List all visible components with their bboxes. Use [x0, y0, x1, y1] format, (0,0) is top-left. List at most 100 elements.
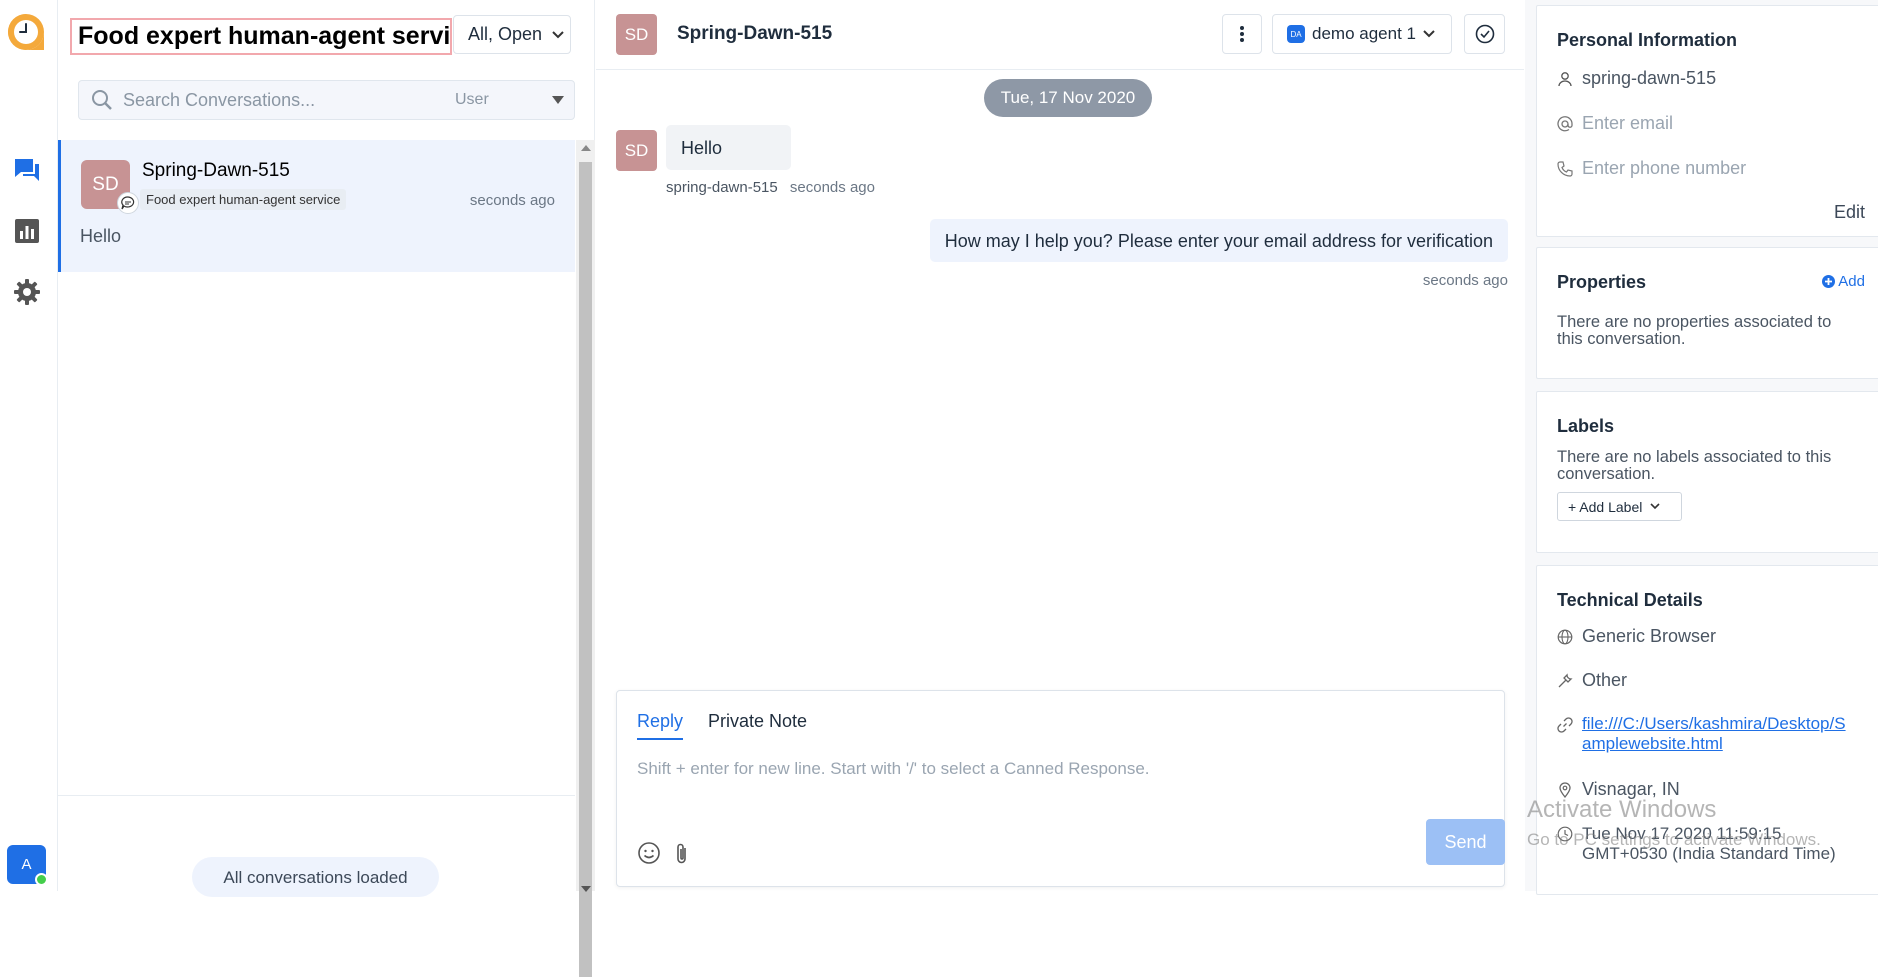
header-contact-avatar: SD [616, 14, 657, 55]
paperclip-icon[interactable] [672, 842, 692, 866]
conversation-contact-name: Spring-Dawn-515 [142, 160, 290, 181]
resolve-button[interactable] [1464, 14, 1505, 54]
add-property-button[interactable]: Add [1822, 273, 1865, 290]
tab-reply[interactable]: Reply [637, 711, 684, 740]
technical-details-title: Technical Details [1557, 590, 1703, 610]
conversation-list-item[interactable]: SD Spring-Dawn-515 Food expert human-age… [58, 140, 575, 272]
edit-contact-button[interactable]: Edit [1834, 202, 1865, 223]
at-sign-icon [1557, 115, 1573, 131]
user-initial: A [21, 856, 32, 873]
all-loaded-notice: All conversations loaded [192, 857, 439, 897]
message-sender-initials: SD [624, 140, 649, 160]
labels-title: Labels [1557, 416, 1615, 436]
add-property-label: Add [1838, 273, 1865, 290]
inbox-name-chip: Food expert human-agent service [140, 189, 347, 210]
contact-sidebar: Personal Information spring-dawn-515 Ent… [1525, 0, 1878, 895]
send-button[interactable]: Send [1426, 819, 1505, 865]
local-time-row: Tue Nov 17 2020 11:59:15 GMT+0530 (India… [1557, 824, 1836, 864]
phone-icon [1557, 160, 1573, 177]
divider [58, 795, 575, 796]
emoji-icon[interactable] [637, 841, 661, 865]
tab-private-note[interactable]: Private Note [708, 711, 807, 738]
location-text: Visnagar, IN [1582, 779, 1680, 799]
email-placeholder: Enter email [1582, 113, 1674, 133]
incoming-message-meta: spring-dawn-515 seconds ago [666, 179, 875, 196]
reports-icon[interactable] [12, 216, 42, 246]
location-row: Visnagar, IN [1557, 779, 1680, 800]
settings-icon[interactable] [12, 277, 42, 307]
technical-details-card: Technical Details Generic Browser Other … [1536, 565, 1878, 895]
referer-url-line1[interactable]: file:///C:/Users/kashmira/Desktop/S [1582, 714, 1846, 734]
online-status-dot [35, 873, 48, 886]
incoming-message-bubble: Hello [666, 125, 791, 170]
person-icon [1558, 71, 1572, 86]
assignee-dropdown[interactable]: DA demo agent 1 [1272, 14, 1452, 54]
conversations-icon[interactable] [12, 155, 42, 185]
message-sender-name: spring-dawn-515 [666, 179, 778, 196]
message-timestamp: seconds ago [1422, 272, 1508, 289]
search-bar: User [78, 80, 575, 120]
conversation-list-scrollbar[interactable] [576, 140, 595, 977]
email-row[interactable]: Enter email [1557, 113, 1673, 134]
agent-avatar: DA [1287, 25, 1305, 43]
add-label-button[interactable]: + Add Label [1557, 492, 1682, 521]
reply-composer: Reply Private Note Send [616, 690, 1505, 887]
personal-information-title: Personal Information [1557, 30, 1738, 50]
message-sender-avatar: SD [616, 130, 657, 171]
date-divider: Tue, 17 Nov 2020 [984, 79, 1152, 117]
inbox-title: Food expert human-agent service [70, 18, 452, 55]
outgoing-message-bubble: How may I help you? Please enter your em… [929, 219, 1508, 262]
scroll-down-arrow-icon[interactable] [581, 886, 591, 892]
chevron-down-icon [1650, 503, 1660, 510]
more-actions-button[interactable] [1222, 14, 1262, 54]
status-filter-dropdown[interactable]: All, Open [453, 15, 571, 54]
user-avatar[interactable]: A [7, 845, 48, 886]
local-time-line1: Tue Nov 17 2020 11:59:15 [1582, 824, 1782, 843]
referer-url-line2[interactable]: amplewebsite.html [1582, 734, 1846, 754]
chevron-down-icon [552, 30, 564, 38]
referer-url-row: file:///C:/Users/kashmira/Desktop/S ampl… [1557, 714, 1846, 754]
clock-icon [1557, 826, 1573, 842]
os-row: Other [1557, 670, 1627, 691]
tool-icon [1558, 672, 1573, 687]
link-icon [1557, 717, 1573, 733]
conversation-timestamp: seconds ago [469, 192, 555, 209]
phone-placeholder: Enter phone number [1582, 158, 1747, 178]
personal-information-card: Personal Information spring-dawn-515 Ent… [1536, 5, 1878, 237]
os-name: Other [1582, 670, 1628, 690]
properties-empty-text: There are no properties associated to th… [1557, 313, 1832, 348]
check-circle-icon [1475, 24, 1494, 44]
local-time-line2: GMT+0530 (India Standard Time) [1582, 844, 1836, 863]
scrollbar-thumb[interactable] [579, 162, 592, 977]
chevron-down-icon [1423, 30, 1435, 38]
search-input[interactable] [123, 89, 443, 111]
globe-icon [1557, 629, 1573, 644]
conversation-list-panel: Food expert human-agent service All, Ope… [58, 0, 595, 977]
contact-name-row: spring-dawn-515 [1557, 68, 1716, 89]
message-timestamp: seconds ago [789, 179, 875, 196]
properties-card: Properties Add There are no properties a… [1536, 247, 1878, 379]
scroll-up-arrow-icon[interactable] [581, 145, 591, 151]
phone-row[interactable]: Enter phone number [1557, 158, 1746, 179]
header-contact-name[interactable]: Spring-Dawn-515 [677, 23, 832, 45]
search-icon [92, 90, 112, 110]
labels-empty-text: There are no labels associated to this c… [1557, 448, 1832, 483]
labels-card: Labels There are no labels associated to… [1536, 391, 1878, 553]
add-label-text: + Add Label [1568, 498, 1643, 515]
nav-rail: A [0, 0, 58, 891]
conversation-preview: Hello [80, 226, 122, 246]
browser-name: Generic Browser [1582, 626, 1717, 646]
search-scope-label[interactable]: User [455, 91, 489, 109]
conversation-panel: SD Spring-Dawn-515 DA demo agent 1 Tue, … [596, 0, 1524, 891]
assignee-name: demo agent 1 [1312, 24, 1416, 43]
contact-name: spring-dawn-515 [1582, 68, 1717, 88]
chat-bubble-icon [117, 192, 139, 214]
plus-circle-icon [1822, 275, 1836, 288]
caret-down-icon[interactable] [552, 96, 564, 104]
contact-initials: SD [92, 173, 119, 195]
reply-input[interactable] [637, 759, 1477, 779]
map-pin-icon [1559, 781, 1571, 798]
browser-row: Generic Browser [1557, 626, 1716, 647]
app-logo-icon[interactable] [6, 12, 46, 52]
conversation-header: SD Spring-Dawn-515 DA demo agent 1 [596, 0, 1524, 70]
